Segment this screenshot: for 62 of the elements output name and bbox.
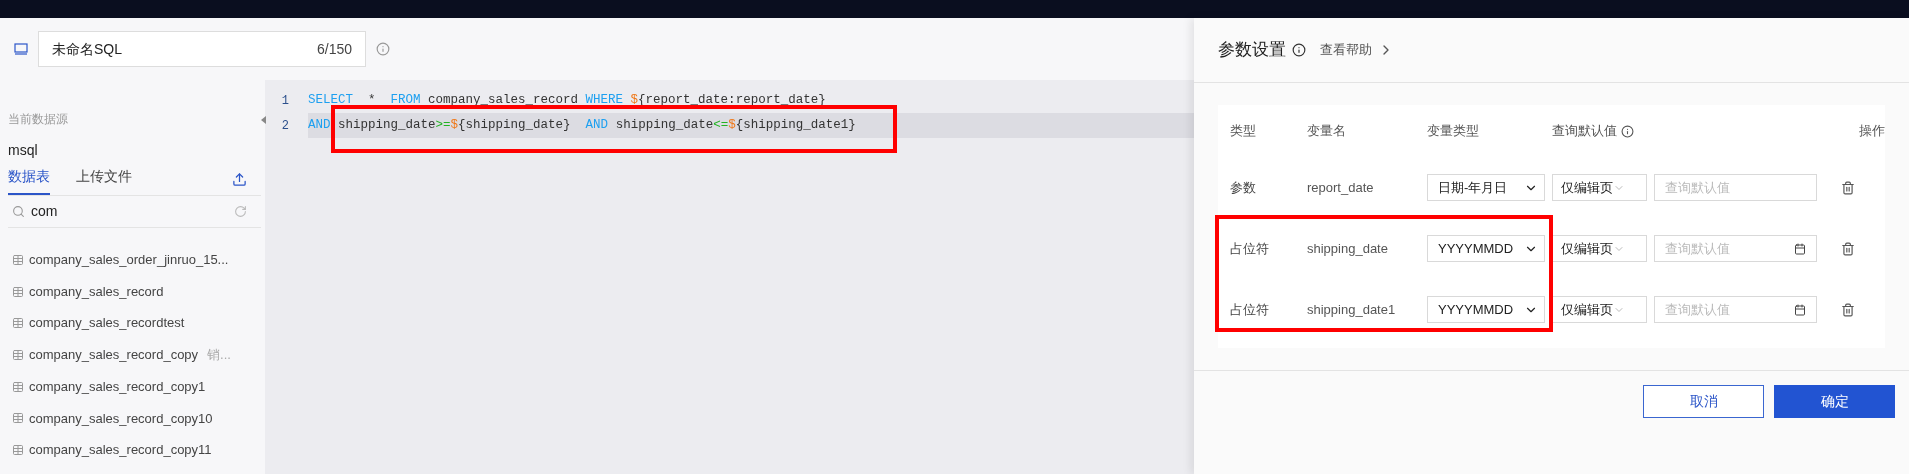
table-list-item[interactable]: company_sales_record_copy10 <box>12 402 261 435</box>
table-name: company_sales_record_copy11 <box>29 441 212 460</box>
var-type-select[interactable]: 日期-年月日 <box>1427 174 1545 201</box>
help-link[interactable]: 查看帮助 <box>1320 40 1394 60</box>
column-header: 类型 <box>1230 122 1256 141</box>
table-list-item[interactable]: company_sales_record_copy 销... <box>12 339 261 371</box>
table-name: company_sales_record_copy <box>29 346 199 365</box>
column-header: 变量名 <box>1307 122 1346 141</box>
delete-icon[interactable] <box>1841 180 1855 195</box>
table-icon <box>12 412 24 425</box>
scope-select[interactable]: 仅编辑页 <box>1552 235 1647 262</box>
collapse-handle[interactable] <box>261 114 267 126</box>
table-icon <box>12 380 24 393</box>
delete-icon[interactable] <box>1841 302 1855 317</box>
confirm-button[interactable]: 确定 <box>1774 385 1895 418</box>
param-name: shipping_date <box>1307 239 1389 258</box>
scope-select[interactable]: 仅编辑页 <box>1552 174 1647 201</box>
table-list-item[interactable]: company_sales_record_copy1 <box>12 370 261 403</box>
info-icon[interactable] <box>1621 124 1634 138</box>
table-icon <box>12 317 24 330</box>
sql-name-field[interactable]: 未命名SQL 6/150 <box>38 31 366 67</box>
info-icon[interactable] <box>1292 43 1306 57</box>
table-note: 销... <box>207 346 231 365</box>
param-type: 占位符 <box>1230 239 1270 258</box>
param-name: shipping_date1 <box>1307 300 1397 319</box>
table-icon <box>12 253 24 266</box>
panel-title: 参数设置 <box>1218 39 1286 62</box>
table-icon <box>12 285 24 298</box>
search-field[interactable]: com <box>8 196 261 228</box>
line-number: 1 <box>280 92 290 110</box>
delete-icon[interactable] <box>1841 241 1855 256</box>
var-type-select[interactable]: YYYYMMDD <box>1427 296 1545 323</box>
sidebar-tab[interactable]: 数据表 <box>8 166 50 195</box>
calendar-icon[interactable] <box>1794 303 1806 316</box>
column-header: 变量类型 <box>1427 122 1479 141</box>
table-icon <box>12 443 24 456</box>
cancel-button[interactable]: 取消 <box>1643 385 1764 418</box>
table-name: company_sales_record_copy1 <box>29 377 206 396</box>
table-name: company_sales_order_jinruo_15... <box>29 251 229 270</box>
upload-icon[interactable] <box>232 172 247 187</box>
sidebar-tab[interactable]: 上传文件 <box>76 166 132 195</box>
table-list-item[interactable]: company_sales_order_jinruo_15... <box>12 244 261 276</box>
calendar-icon[interactable] <box>1794 242 1806 255</box>
table-name: company_sales_recordtest <box>29 314 185 333</box>
table-list-item[interactable]: company_sales_recordtest <box>12 307 261 340</box>
datasource-name: msql <box>8 141 39 160</box>
table-name: company_sales_record <box>29 282 164 301</box>
search-icon <box>12 205 25 218</box>
table-icon <box>12 348 24 361</box>
column-header: 查询默认值 <box>1552 122 1617 141</box>
table-name: company_sales_record_copy10 <box>29 409 213 428</box>
param-type: 参数 <box>1230 178 1257 197</box>
scope-select[interactable]: 仅编辑页 <box>1552 296 1647 323</box>
var-type-select[interactable]: YYYYMMDD <box>1427 235 1545 262</box>
column-header: 操作 <box>1859 122 1885 141</box>
param-type: 占位符 <box>1230 300 1270 319</box>
param-name: report_date <box>1307 178 1375 197</box>
table-list-item[interactable]: company_sales_record <box>12 275 261 308</box>
code-line: SELECT * FROM company_sales_record WHERE ${report_date:report_date} <box>308 92 827 110</box>
line-number: 2 <box>280 117 290 135</box>
table-list-item[interactable]: company_sales_record_copy11 <box>12 434 261 466</box>
section-label: 当前数据源 <box>8 111 69 128</box>
